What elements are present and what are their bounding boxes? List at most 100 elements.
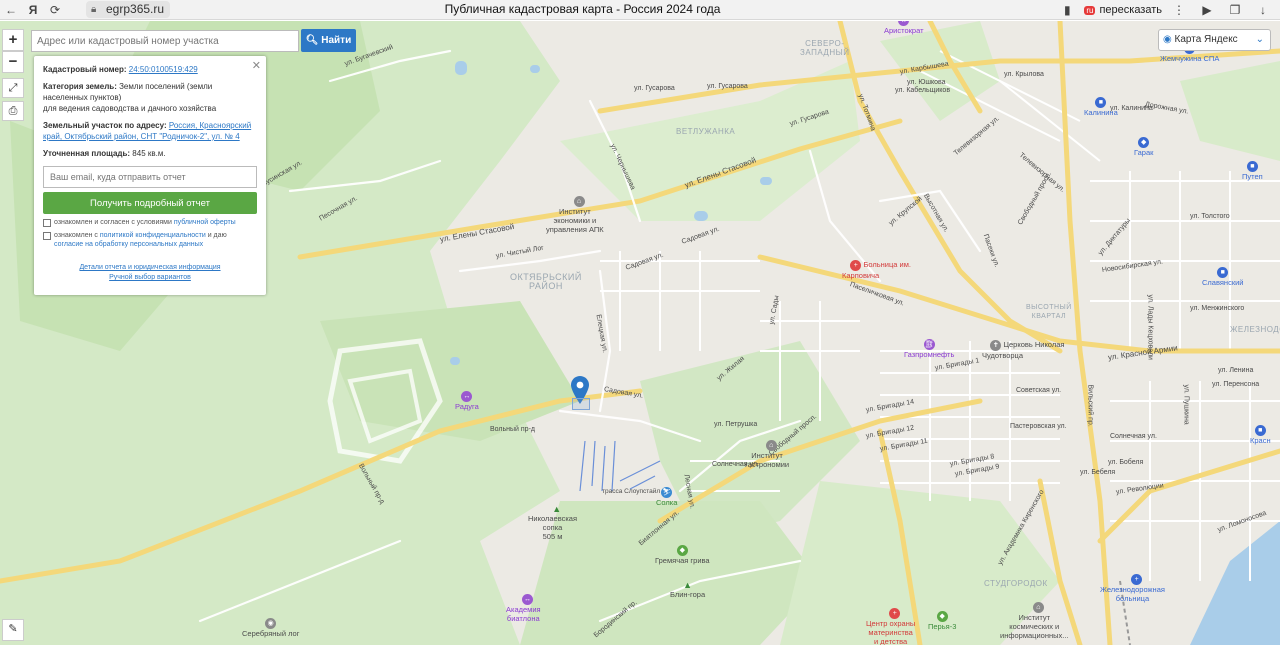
downloads-icon[interactable]: ↓ [1252,1,1274,19]
poi-krasn[interactable]: ■ Красн [1250,425,1271,445]
poi-raduga[interactable]: ↔ Радуга [455,391,479,411]
poi-maternity-center[interactable]: + Центр охраны материнства и детства [866,599,915,645]
cadastral-row: Кадастровый номер: 24:50:0100519:429 [43,64,257,75]
bookmark-icon[interactable]: ▮ [1056,1,1078,19]
street-label: Советская ул. [1016,387,1062,394]
search-button-label: Найти [321,35,352,46]
poi-label: Солка [656,498,678,507]
poi-label: Железнодорожная больница [1100,585,1165,603]
district-label: СЕВЕРО- ЗАПАДНЫЙ [800,39,850,57]
email-field[interactable] [43,166,257,188]
street-label: ул. Менжинского [1190,305,1245,312]
district-label: ЖЕЛЕЗНОДО [1230,325,1280,334]
district-label: ВЕТЛУЖАНКА [676,127,736,136]
offer-link[interactable]: публичной оферты [174,219,236,226]
street-label: ул. Крылова [1004,71,1044,78]
parcel-info-panel: ✕ Кадастровый номер: 24:50:0100519:429 К… [34,56,266,295]
poi-label: Перья-3 [928,622,957,631]
poi-aristokrat[interactable]: ★Аристократ [884,21,924,35]
street-label: Солнечная ул. [1110,433,1157,440]
cadastral-number-link[interactable]: 24:50:0100519:429 [129,65,198,74]
poi-church[interactable]: ✝ Церковь Николая Чудотворца [982,331,1064,369]
district-label: ВЫСОТНЫЙ КВАРТАЛ [1026,304,1072,320]
get-report-button[interactable]: Получить подробный отчет [43,192,257,214]
street-label: ул. Ленина [1218,367,1254,374]
print-icon[interactable]: ⎙ [2,101,24,121]
area-value: 845 кв.м. [132,149,166,158]
agree1-text: ознакомлен и согласен с условиями [54,219,172,226]
privacy-link[interactable]: политикой конфиденциальности [100,232,206,239]
poi-label: Гарак [1134,148,1154,157]
zoom-out-button[interactable]: − [2,51,24,73]
street-label: ул. Бобеля [1108,459,1144,466]
poi-label: Центр охраны материнства и детства [866,619,916,645]
poi-institute-space[interactable]: ⌂ Институт космических и информационных..… [1000,593,1069,645]
poi-label: Аристократ [884,26,924,35]
district-label: ОКТЯБРЬСКИЙ РАЙОН [510,272,582,291]
street-label: ул. Кабельщиков [895,87,951,94]
poi-garak[interactable]: ◆ Гарак [1134,137,1153,157]
ruler-icon[interactable]: ✎ [2,619,24,641]
poi-blin-gora[interactable]: ▲ Блин-гора [670,581,705,600]
poi-railway-hospital[interactable]: + Железнодорожная больница [1100,565,1165,612]
collections-icon[interactable]: ❐ [1224,1,1246,19]
street-label: ул. Лады Кецховели [1146,294,1154,360]
translate-button[interactable]: ru пересказать [1084,4,1162,16]
poi-slavyansky[interactable]: ■ Славянский [1202,267,1243,287]
area-row: Уточненная площадь: 845 кв.м. [43,148,257,159]
translate-badge: ru [1084,5,1096,15]
poi-label: Институт космических и информационных... [1000,613,1069,640]
poi-gazpromneft[interactable]: ⛽︎ Газпромнефть [904,339,954,359]
search-button[interactable]: 🔍︎ Найти [301,29,356,52]
checkbox[interactable] [43,219,51,227]
street-label: Пастеровская ул. [1010,423,1067,430]
street-label: ул. Толстого [1190,213,1230,220]
poi-label: Гремячая грива [655,556,710,565]
street-label: ул. Гусарова [634,85,675,92]
category-row: Категория земель: Земли поселений (земли… [43,81,257,114]
cadastral-label: Кадастровый номер: [43,65,127,74]
poi-hospital-karpovich[interactable]: + Больница им. Карповича [842,251,911,289]
zoom-in-button[interactable]: + [2,29,24,51]
poi-institute-economics[interactable]: ⌂ Институт экономики и управления АПК [546,187,604,243]
offer-agreement[interactable]: ознакомлен и согласен с условиями публич… [43,218,257,227]
more-vert-icon[interactable]: ⋮ [1168,1,1190,19]
checkbox[interactable] [43,232,51,240]
street-label: Вильский пр. [1086,384,1094,427]
consent-link[interactable]: согласие на обработку персональных данны… [54,241,203,248]
panel-links: Детали отчета и юридическая информация Р… [43,263,257,283]
district-label: СТУДГОРОДОК [984,579,1048,588]
media-icon[interactable]: ▶ [1196,1,1218,19]
search-input[interactable] [31,30,299,52]
fullscreen-icon[interactable]: ⤢ [2,78,24,98]
street-label: ул. Перенсона [1212,381,1260,388]
poi-serebryany-log[interactable]: ◉ Серебряный лог [242,618,299,638]
poi-label: Газпромнефть [904,350,955,359]
radio-icon: ◉ [1163,34,1172,45]
details-link[interactable]: Детали отчета и юридическая информация [43,263,257,273]
close-icon[interactable]: ✕ [252,59,261,72]
translate-label: пересказать [1099,4,1162,16]
poi-label: Николаевская сопка 505 м [528,514,578,541]
poi-label: Радуга [455,402,479,411]
poi-kalinina[interactable]: ■ Калинина [1084,97,1118,117]
search-icon: 🔍︎ [305,35,319,46]
agree2-mid: и даю [207,232,227,239]
poi-slopestyle: трасса Слоупстайл [602,488,661,495]
poi-biathlon-academy[interactable]: ↔ Академия биатлона [506,585,541,632]
privacy-agreement[interactable]: ознакомлен с политикой конфиденциальност… [43,231,257,249]
poi-gremyachaya-griva[interactable]: ◆ Гремячая грива [655,545,710,565]
map-type-select[interactable]: ◉ Карта Яндекс ⌄ [1158,29,1271,51]
poi-institute-gastronomy[interactable]: ⌂ Институт гастрономии [745,431,789,478]
poi-label: Путеп [1242,172,1263,181]
usage-value: для ведения садоводства и дачного хозяйс… [43,104,217,113]
category-label: Категория земель: [43,82,117,91]
manual-select-link[interactable]: Ручной выбор вариантов [43,273,257,283]
page-title: Публичная кадастровая карта - Россия 202… [444,2,721,16]
poi-nikolaevskaya-sopka[interactable]: ▲ Николаевская сопка 505 м [528,496,577,550]
poi-perya-3[interactable]: ◆ Перья-3 [928,611,956,631]
poi-puteprovod[interactable]: ■ Путеп [1242,161,1263,181]
street-label: ул. Петрушка [714,421,758,428]
parcel-outline [572,398,590,410]
agree2-text: ознакомлен с [54,232,98,239]
